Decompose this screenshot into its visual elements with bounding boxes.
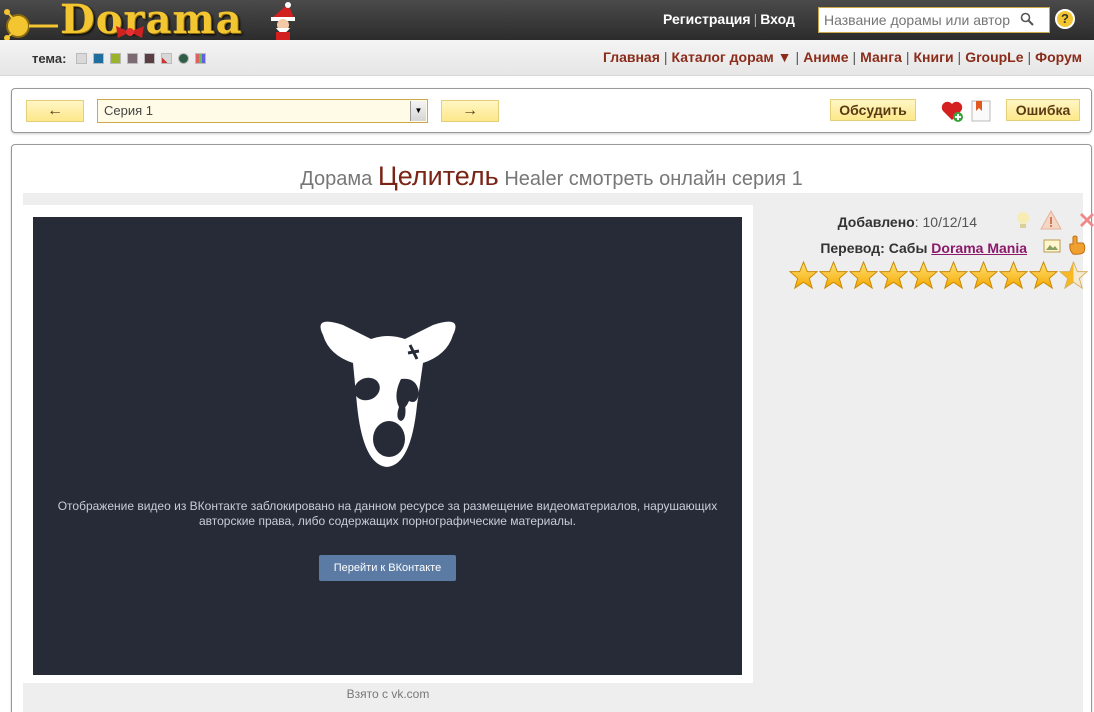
menu-item-books[interactable]: Книги — [914, 49, 954, 65]
menu-item-groupie[interactable]: GroupLe — [965, 49, 1023, 65]
star-icon[interactable] — [849, 261, 878, 290]
player-frame: Отображение видео из ВКонтакте заблокиро… — [23, 205, 753, 683]
lightbulb-icon[interactable] — [1013, 210, 1033, 230]
next-episode-button[interactable]: → — [441, 100, 499, 122]
main-panel: Дорама Целитель Healer смотреть онлайн с… — [11, 144, 1094, 712]
add-favorite-heart-icon[interactable] — [940, 99, 964, 123]
theme-swatch[interactable] — [161, 53, 172, 64]
added-label: Добавлено — [837, 214, 915, 230]
theme-swatch[interactable] — [76, 53, 87, 64]
episode-select-value: Серия 1 — [104, 103, 153, 118]
episode-navigation: ← Серия 1 ▼ → Обсудить Ошибка — [11, 88, 1092, 133]
pointing-hand-icon[interactable] — [1067, 234, 1087, 256]
translation-group-link[interactable]: Dorama Mania — [931, 240, 1027, 256]
star-icon[interactable] — [1029, 261, 1058, 290]
site-logo[interactable]: Dorama — [0, 0, 310, 44]
vk-sad-dog-icon — [320, 321, 456, 467]
video-player[interactable]: Отображение видео из ВКонтакте заблокиро… — [33, 217, 742, 675]
page-title: Дорама Целитель Healer смотреть онлайн с… — [12, 161, 1091, 192]
star-half-icon[interactable] — [1059, 261, 1088, 290]
menu-item-anime[interactable]: Аниме — [803, 49, 848, 65]
prev-episode-button[interactable]: ← — [26, 100, 84, 122]
help-icon[interactable]: ? — [1055, 9, 1075, 29]
menu-item-home[interactable]: Главная — [603, 49, 660, 65]
search-icon[interactable] — [1020, 12, 1034, 26]
added-value: : 10/12/14 — [914, 214, 977, 230]
menu-item-forum[interactable]: Форум — [1035, 49, 1082, 65]
theme-swatch[interactable] — [110, 53, 121, 64]
content-area: Отображение видео из ВКонтакте заблокиро… — [23, 193, 1094, 712]
warning-icon[interactable] — [1040, 209, 1062, 231]
chevron-down-icon[interactable]: ▼ — [410, 101, 426, 121]
bookmark-icon[interactable] — [970, 99, 992, 123]
auth-links: Регистрация | Вход — [663, 11, 795, 27]
menu-item-catalog[interactable]: Каталог дорам ▼ — [672, 49, 792, 65]
theme-label: тема: — [32, 51, 67, 66]
nav-bar: тема: Главная | Каталог дорам ▼ | Аниме | Манг… — [0, 40, 1094, 76]
translation-label: Перевод: Сабы — [820, 240, 928, 256]
top-bar: Dorama Регистрация|Вход ? — [0, 0, 1094, 43]
theme-swatch[interactable] — [127, 53, 138, 64]
title-suffix: Healer смотреть онлайн серия 1 — [504, 168, 803, 190]
theme-swatch[interactable] — [178, 53, 189, 64]
image-icon[interactable] — [1043, 238, 1061, 254]
star-icon[interactable] — [969, 261, 998, 290]
santa-icon — [271, 2, 295, 42]
theme-swatch[interactable] — [144, 53, 155, 64]
star-icon[interactable] — [909, 261, 938, 290]
main-menu: Главная | Каталог дорам ▼ | Аниме | Манга | Книг… — [602, 49, 1082, 65]
star-icon[interactable] — [939, 261, 968, 290]
menu-item-manga[interactable]: Манга — [860, 49, 902, 65]
theme-swatches — [76, 53, 206, 64]
star-icon[interactable] — [999, 261, 1028, 290]
star-icon[interactable] — [789, 261, 818, 290]
star-icon[interactable] — [819, 261, 848, 290]
report-error-button[interactable]: Ошибка — [1006, 99, 1080, 121]
search-input[interactable] — [818, 7, 1050, 33]
logo-text: Dorama — [60, 0, 243, 43]
go-to-vk-button[interactable]: Перейти к ВКонтакте — [319, 555, 456, 581]
lightbulb-logo-icon — [4, 9, 58, 41]
theme-swatch[interactable] — [195, 53, 206, 64]
theme-swatch[interactable] — [93, 53, 104, 64]
rating-stars[interactable] — [789, 261, 1088, 290]
episode-select[interactable]: Серия 1 ▼ — [97, 99, 428, 123]
added-date: Добавлено: 10/12/14 — [838, 214, 977, 230]
title-main: Целитель — [377, 161, 499, 191]
discuss-button[interactable]: Обсудить — [830, 99, 916, 121]
register-link[interactable]: Регистрация — [663, 11, 751, 27]
blocked-message: Отображение видео из ВКонтакте заблокиро… — [57, 499, 718, 528]
close-icon[interactable] — [1077, 210, 1094, 230]
title-prefix: Дорама — [300, 168, 373, 190]
translation-info: Перевод: Сабы Dorama Mania — [820, 240, 1027, 256]
login-link[interactable]: Вход — [760, 11, 795, 27]
star-icon[interactable] — [879, 261, 908, 290]
source-caption: Взято с vk.com — [346, 687, 430, 701]
